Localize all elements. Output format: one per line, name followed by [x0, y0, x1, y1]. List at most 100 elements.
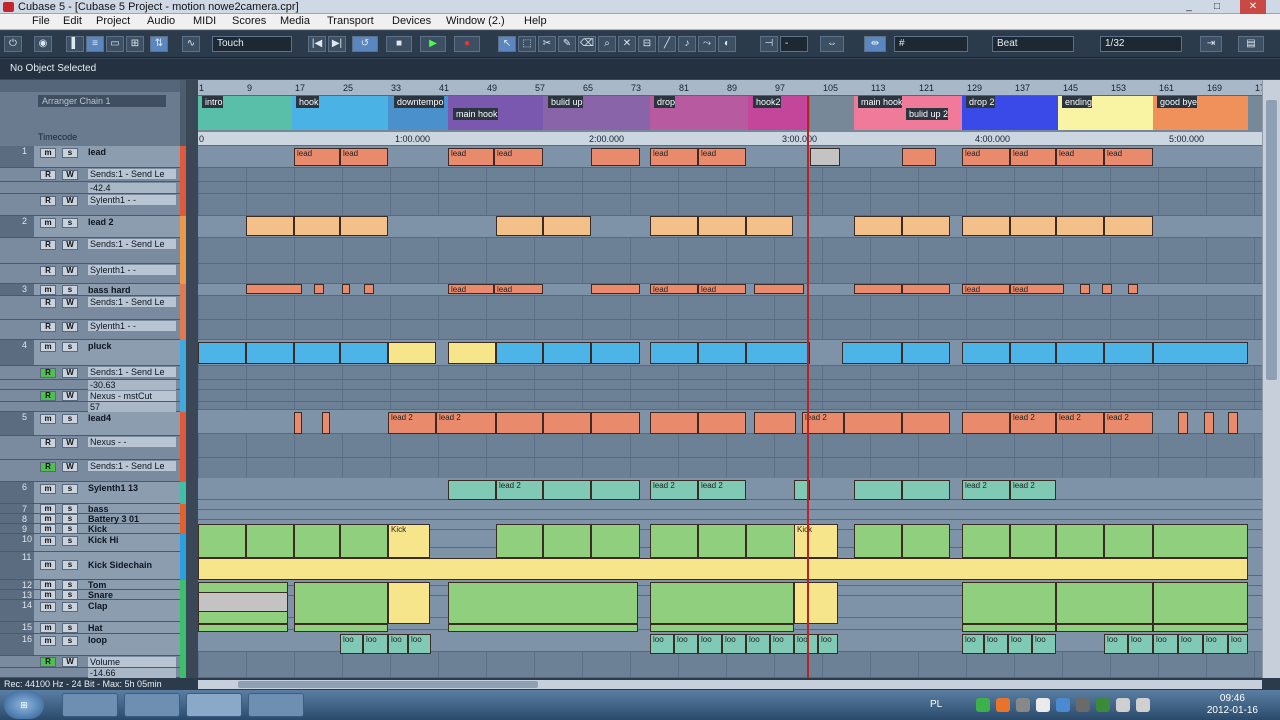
event-part[interactable]: loo [1178, 634, 1203, 654]
event-part[interactable]: lead 2 [1104, 412, 1153, 434]
event-part[interactable] [496, 216, 543, 236]
vertical-scrollbar[interactable] [1262, 80, 1280, 678]
solo-button[interactable]: s [62, 342, 78, 352]
event-part[interactable]: lead 2 [388, 412, 436, 434]
event-part[interactable] [1178, 412, 1188, 434]
event-part[interactable] [1080, 284, 1090, 294]
event-part[interactable] [388, 342, 436, 364]
event-part[interactable] [650, 524, 698, 558]
track-lane[interactable] [198, 296, 1262, 320]
event-part[interactable]: lead [448, 148, 494, 166]
track-lane[interactable] [198, 434, 1262, 458]
event-part[interactable] [314, 284, 324, 294]
automation-lane-row[interactable]: R W Sylenth1 - - [0, 194, 180, 216]
solo-button[interactable]: s [62, 636, 78, 646]
tray-app-icon[interactable] [1036, 698, 1050, 712]
grid-type-select[interactable]: Beat [992, 36, 1074, 52]
event-part[interactable] [591, 412, 640, 434]
event-part[interactable]: lead 2 [1010, 480, 1056, 500]
event-part[interactable] [962, 624, 1056, 632]
mute-button[interactable]: m [40, 560, 56, 570]
track-row[interactable]: 1 m s lead [0, 146, 180, 168]
event-part[interactable] [448, 342, 496, 364]
track-row[interactable]: 11 m s Kick Sidechain [0, 552, 180, 580]
event-part[interactable] [1128, 284, 1138, 294]
event-part[interactable] [962, 216, 1010, 236]
event-part[interactable]: loo [722, 634, 746, 654]
track-lane[interactable] [198, 400, 1262, 410]
event-part[interactable]: lead 2 [436, 412, 496, 434]
event-part[interactable]: lead [650, 148, 698, 166]
event-part[interactable] [650, 412, 698, 434]
show-pool-icon[interactable]: ⊞ [126, 36, 144, 52]
event-part[interactable] [650, 216, 698, 236]
solo-button[interactable]: s [62, 218, 78, 228]
read-button[interactable]: R [40, 462, 56, 472]
read-button[interactable]: R [40, 391, 56, 401]
event-part[interactable] [810, 148, 840, 166]
cubase-taskbar-icon[interactable] [186, 693, 242, 717]
solo-button[interactable]: s [62, 514, 78, 524]
event-part[interactable] [246, 284, 302, 294]
track-lane[interactable] [198, 380, 1262, 390]
snap-zero-icon[interactable]: ⇹ [864, 36, 886, 52]
track-row[interactable]: 8 m s Battery 3 01 [0, 514, 180, 524]
event-part[interactable]: lead [340, 148, 388, 166]
quantize-select[interactable]: 1/32 [1100, 36, 1182, 52]
event-part[interactable] [1104, 524, 1153, 558]
event-part[interactable]: lead [1010, 284, 1064, 294]
camera-app-icon[interactable] [248, 693, 304, 717]
zoom-icon[interactable]: ⌕ [598, 36, 616, 52]
network-icon[interactable] [1116, 698, 1130, 712]
automation-lane-row[interactable]: R W Sends:1 - Send Le [0, 460, 180, 482]
show-mixer-icon[interactable]: ⇅ [150, 36, 168, 52]
event-part[interactable] [1056, 582, 1153, 624]
event-part[interactable] [198, 342, 246, 364]
solo-button[interactable]: s [62, 504, 78, 514]
track-row[interactable]: 12 m s Tom [0, 580, 180, 590]
event-part[interactable] [844, 412, 902, 434]
go-to-end-icon[interactable]: ▶| [328, 36, 346, 52]
event-part[interactable] [698, 342, 746, 364]
windows-start-icon[interactable]: ⊞ [4, 691, 44, 719]
event-part[interactable] [962, 582, 1056, 624]
write-button[interactable]: W [62, 438, 78, 448]
mute-button[interactable]: m [40, 484, 56, 494]
event-part[interactable] [591, 148, 640, 166]
event-part[interactable] [1056, 342, 1104, 364]
event-part[interactable]: lead [962, 148, 1010, 166]
mute-button[interactable]: m [40, 148, 56, 158]
event-part[interactable] [198, 592, 288, 612]
clock[interactable]: 09:46 2012-01-16 [1207, 693, 1258, 717]
track-row[interactable]: 13 m s Snare [0, 590, 180, 600]
read-button[interactable]: R [40, 298, 56, 308]
event-part[interactable] [591, 524, 640, 558]
timecode-ruler[interactable]: 0 1:00.000 2:00.000 3:00.000 4:00.000 5:00.00… [198, 132, 1262, 146]
project-cursor[interactable] [807, 96, 809, 678]
event-part[interactable]: lead [448, 284, 494, 294]
solo-button[interactable]: s [62, 285, 78, 295]
event-part[interactable] [294, 216, 340, 236]
event-part[interactable] [246, 524, 294, 558]
event-part[interactable] [650, 582, 794, 624]
event-part[interactable] [1153, 342, 1248, 364]
track-row[interactable]: 15 m s Hat [0, 622, 180, 634]
scroll-thumb[interactable] [1266, 100, 1277, 380]
event-part[interactable]: lead [650, 284, 698, 294]
event-part[interactable] [342, 284, 350, 294]
cycle-icon[interactable]: ↺ [352, 36, 378, 52]
event-part[interactable]: loo [962, 634, 984, 654]
snap-mode-icon[interactable]: ⇔ [820, 36, 844, 52]
read-button[interactable]: R [40, 170, 56, 180]
event-part[interactable]: loo [1008, 634, 1032, 654]
event-part[interactable] [340, 524, 388, 558]
write-button[interactable]: W [62, 240, 78, 250]
event-part[interactable]: lead [1104, 148, 1153, 166]
event-part[interactable]: lead [698, 148, 746, 166]
go-to-start-icon[interactable]: |◀ [308, 36, 326, 52]
mute-button[interactable]: m [40, 514, 56, 524]
mute-button[interactable]: m [40, 414, 56, 424]
event-part[interactable] [1056, 216, 1104, 236]
arranger-track[interactable]: intro hook downtempo main hook bulid up drop h… [198, 96, 1262, 132]
event-part[interactable] [854, 284, 902, 294]
